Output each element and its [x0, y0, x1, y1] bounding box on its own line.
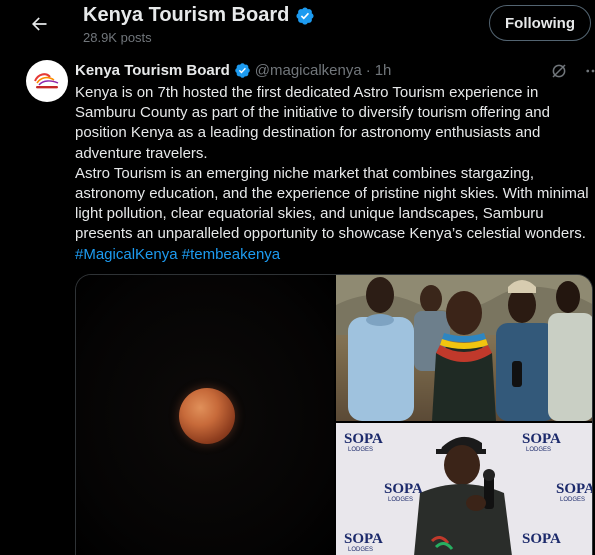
back-button[interactable] — [22, 7, 56, 41]
grok-icon — [552, 64, 566, 78]
author-name[interactable]: Kenya Tourism Board — [75, 62, 230, 79]
tweet-media-grid: SOPA SOPA SOPA SOPA SOPA SOPA LODGES LOD… — [75, 274, 593, 555]
kenya-tourism-logo-icon — [34, 73, 59, 89]
speaker-photo: SOPA SOPA SOPA SOPA SOPA SOPA LODGES LOD… — [336, 423, 593, 555]
group-photo — [336, 275, 592, 421]
svg-text:SOPA: SOPA — [344, 431, 383, 447]
svg-text:SOPA: SOPA — [522, 431, 561, 447]
tweet-tools — [548, 60, 595, 82]
profile-name-text: Kenya Tourism Board — [83, 4, 290, 26]
tweet-header: Kenya Tourism Board @magicalkenya · 1h — [75, 62, 391, 79]
tweet-paragraph-1: Kenya is on 7th hosted the first dedicat… — [75, 84, 550, 162]
more-icon — [586, 69, 595, 73]
blood-moon — [179, 388, 235, 444]
separator-dot: · — [365, 62, 371, 79]
arrow-left-icon — [32, 17, 47, 31]
hashtag-tembeakenya[interactable]: #tembeakenya — [182, 246, 280, 263]
svg-text:LODGES: LODGES — [348, 547, 373, 553]
grok-button[interactable] — [548, 60, 570, 82]
tweet-paragraph-2-text: Astro Tourism is an emerging niche marke… — [75, 164, 589, 243]
svg-text:SOPA: SOPA — [556, 481, 593, 497]
profile-title: Kenya Tourism Board — [83, 4, 315, 27]
svg-text:SOPA: SOPA — [344, 531, 383, 547]
profile-header: Kenya Tourism Board 28.9K posts Followin… — [0, 0, 595, 52]
hashtag-magicalkenya[interactable]: #MagicalKenya — [75, 246, 178, 263]
post-count: 28.9K posts — [83, 30, 152, 45]
svg-text:SOPA: SOPA — [384, 481, 423, 497]
svg-text:LODGES: LODGES — [526, 447, 551, 453]
more-button[interactable] — [582, 60, 595, 82]
tweet-time[interactable]: 1h — [375, 62, 392, 79]
tweet-text: Kenya is on 7th hosted the first dedicat… — [75, 83, 590, 265]
svg-text:LODGES: LODGES — [560, 497, 585, 503]
svg-text:LODGES: LODGES — [348, 447, 373, 453]
author-avatar[interactable] — [26, 60, 68, 102]
following-button[interactable]: Following — [489, 5, 591, 41]
tweet-paragraph-2: Astro Tourism is an emerging niche marke… — [75, 164, 590, 265]
svg-text:LODGES: LODGES — [388, 497, 413, 503]
verified-badge-icon — [235, 63, 250, 78]
media-image-moon[interactable] — [76, 275, 334, 555]
author-handle[interactable]: @magicalkenya — [255, 62, 362, 79]
media-image-group[interactable] — [336, 275, 592, 421]
svg-text:SOPA: SOPA — [522, 531, 561, 547]
verified-badge-icon — [296, 6, 314, 25]
media-image-speaker[interactable]: SOPA SOPA SOPA SOPA SOPA SOPA LODGES LOD… — [336, 423, 593, 555]
